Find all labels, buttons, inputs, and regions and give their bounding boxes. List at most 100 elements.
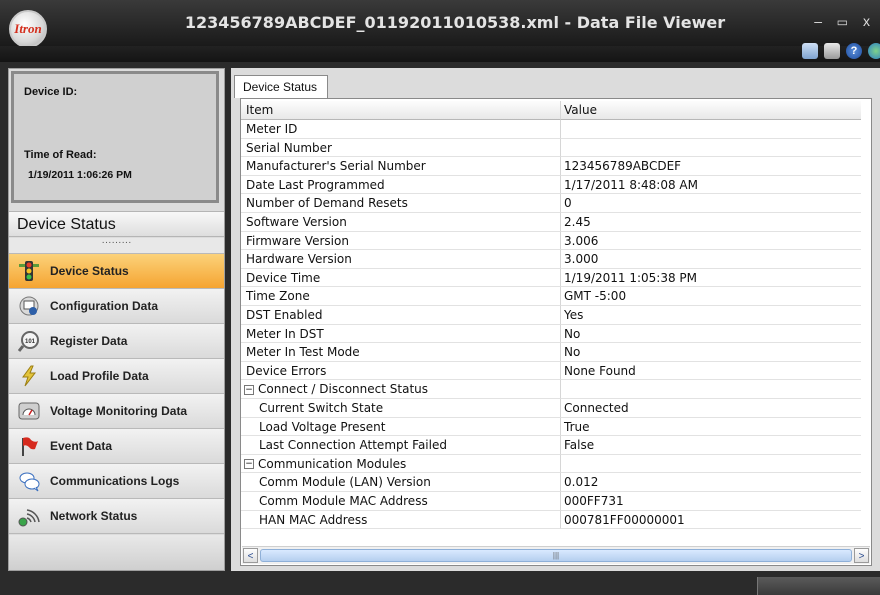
- row-value: 1/17/2011 8:48:08 AM: [561, 176, 861, 195]
- table-row[interactable]: Comm Module (LAN) Version 0.012: [241, 473, 861, 492]
- globe-icon[interactable]: [868, 43, 880, 59]
- lightning-icon: [17, 364, 41, 388]
- collapse-toggle-icon[interactable]: −: [244, 459, 254, 470]
- print-icon[interactable]: [824, 43, 840, 59]
- row-value: 0: [561, 194, 861, 213]
- row-item-label: Comm Module (LAN) Version: [259, 475, 431, 490]
- help-icon[interactable]: ?: [846, 43, 862, 59]
- row-item-label: Meter In DST: [246, 326, 324, 341]
- row-item-label: Connect / Disconnect Status: [258, 382, 429, 397]
- row-value: [561, 120, 861, 139]
- time-of-read-label: Time of Read:: [24, 149, 97, 161]
- row-item-cell: − Connect / Disconnect Status: [241, 380, 561, 399]
- nav-overflow-strip[interactable]: [9, 535, 224, 570]
- nav-item-voltage-monitoring-data[interactable]: Voltage Monitoring Data: [9, 394, 224, 429]
- chat-icon: [17, 469, 41, 493]
- table-row[interactable]: Meter In DST No: [241, 324, 861, 344]
- table-row[interactable]: Device Time 1/19/2011 1:05:38 PM: [241, 268, 861, 288]
- row-item-cell: Firmware Version: [241, 231, 561, 251]
- maximize-button[interactable]: ▭: [837, 15, 848, 29]
- table-row[interactable]: Last Connection Attempt Failed False: [241, 436, 861, 455]
- device-status-grid: Item Value Meter ID Serial Number Manufact…: [240, 98, 872, 566]
- row-item-cell: Number of Demand Resets: [241, 194, 561, 213]
- row-item-label: Date Last Programmed: [246, 177, 385, 192]
- table-row[interactable]: Date Last Programmed 1/17/2011 8:48:08 AM: [241, 175, 861, 195]
- row-item-cell: Meter In Test Mode: [241, 343, 561, 362]
- table-row[interactable]: Meter In Test Mode No: [241, 343, 861, 362]
- row-item-cell: Date Last Programmed: [241, 175, 561, 195]
- row-value: 123456789ABCDEF: [561, 157, 861, 176]
- row-item-label: Hardware Version: [246, 252, 352, 267]
- row-item-label: Comm Module MAC Address: [259, 494, 428, 508]
- grid-header-row: Item Value: [241, 101, 861, 120]
- table-row[interactable]: DST Enabled Yes: [241, 306, 861, 325]
- row-item-label: Device Time: [246, 270, 321, 285]
- row-value: 000781FF00000001: [561, 511, 861, 530]
- table-row[interactable]: HAN MAC Address 000781FF00000001: [241, 510, 861, 530]
- table-row[interactable]: Hardware Version 3.000: [241, 250, 861, 269]
- row-item-cell: Manufacturer's Serial Number: [241, 157, 561, 176]
- row-value: [561, 455, 861, 474]
- row-value: 3.006: [561, 232, 861, 251]
- table-row[interactable]: Load Voltage Present True: [241, 417, 861, 437]
- device-id-label: Device ID:: [24, 86, 78, 98]
- table-row[interactable]: Serial Number: [241, 138, 861, 158]
- traffic-light-icon: [17, 259, 41, 283]
- row-item-label: Meter ID: [246, 122, 298, 136]
- row-item-label: Device Errors: [246, 363, 327, 378]
- row-item-cell: Comm Module MAC Address: [241, 492, 561, 511]
- row-item-cell: Time Zone: [241, 287, 561, 306]
- scroll-left-button[interactable]: <: [243, 548, 258, 563]
- minimize-button[interactable]: –: [814, 13, 822, 29]
- table-row[interactable]: Time Zone GMT -5:00: [241, 287, 861, 306]
- nav-item-label: Configuration Data: [50, 299, 158, 313]
- row-item-label: Serial Number: [246, 140, 332, 155]
- table-row[interactable]: Comm Module MAC Address 000FF731: [241, 492, 861, 511]
- table-row[interactable]: Manufacturer's Serial Number 123456789ABC…: [241, 157, 861, 176]
- row-item-cell: HAN MAC Address: [241, 510, 561, 530]
- row-item-label: Manufacturer's Serial Number: [246, 159, 426, 174]
- table-row[interactable]: Device Errors None Found: [241, 361, 861, 381]
- row-item-label: Last Connection Attempt Failed: [259, 438, 447, 453]
- table-row[interactable]: Firmware Version 3.006: [241, 231, 861, 251]
- nav-item-configuration-data[interactable]: Configuration Data: [9, 289, 224, 324]
- row-item-label: Load Voltage Present: [259, 419, 386, 434]
- collapse-toggle-icon[interactable]: −: [244, 384, 254, 395]
- row-value: True: [561, 418, 861, 437]
- table-row[interactable]: Software Version 2.45: [241, 213, 861, 232]
- row-item-label: DST Enabled: [246, 308, 323, 322]
- nav-splitter-grip[interactable]: ·········: [9, 238, 224, 254]
- row-value: 0.012: [561, 473, 861, 492]
- tab-device-status[interactable]: Device Status: [234, 75, 329, 98]
- row-item-label: Communication Modules: [258, 456, 407, 471]
- nav-item-event-data[interactable]: Event Data: [9, 429, 224, 464]
- row-item-cell: Meter In DST: [241, 324, 561, 344]
- row-value: No: [561, 343, 861, 362]
- table-row[interactable]: Meter ID: [241, 120, 861, 139]
- network-icon: [17, 504, 41, 528]
- export-icon[interactable]: [802, 43, 818, 59]
- config-icon: [17, 294, 41, 318]
- scroll-thumb[interactable]: |||: [260, 549, 852, 562]
- column-header-value[interactable]: Value: [561, 101, 861, 120]
- nav-item-network-status[interactable]: Network Status: [9, 499, 224, 534]
- nav-item-communications-logs[interactable]: Communications Logs: [9, 464, 224, 499]
- svg-text:101: 101: [25, 339, 36, 345]
- column-header-item[interactable]: Item: [241, 101, 561, 120]
- horizontal-scrollbar[interactable]: < ||| >: [242, 546, 870, 564]
- close-button[interactable]: x: [863, 13, 870, 29]
- nav-item-load-profile-data[interactable]: Load Profile Data: [9, 359, 224, 394]
- nav-item-device-status[interactable]: Device Status: [9, 254, 224, 289]
- table-row[interactable]: Number of Demand Resets 0: [241, 194, 861, 213]
- scroll-right-button[interactable]: >: [854, 548, 869, 563]
- row-value: [561, 139, 861, 158]
- row-value: None Found: [561, 362, 861, 381]
- table-row[interactable]: Current Switch State Connected: [241, 399, 861, 418]
- group-row[interactable]: − Communication Modules: [241, 454, 861, 474]
- row-value: 2.45: [561, 213, 861, 232]
- row-value: 3.000: [561, 250, 861, 269]
- group-row[interactable]: − Connect / Disconnect Status: [241, 380, 861, 399]
- nav-item-register-data[interactable]: 101 Register Data: [9, 324, 224, 359]
- nav-item-label: Voltage Monitoring Data: [50, 404, 188, 418]
- nav-item-label: Event Data: [50, 439, 113, 453]
